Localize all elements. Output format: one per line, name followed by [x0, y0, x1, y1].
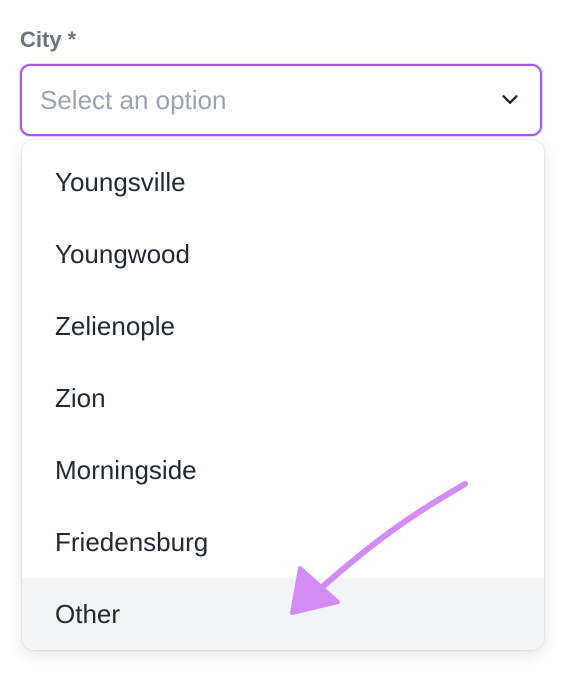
select-placeholder: Select an option [40, 85, 227, 115]
option-morningside[interactable]: Morningside [22, 434, 544, 506]
option-zelienople[interactable]: Zelienople [22, 290, 544, 362]
city-select[interactable]: Select an option [20, 64, 542, 136]
option-friedensburg[interactable]: Friedensburg [22, 506, 544, 578]
required-mark: * [67, 27, 77, 52]
option-youngsville[interactable]: Youngsville [22, 146, 544, 218]
option-zion[interactable]: Zion [22, 362, 544, 434]
chevron-down-icon[interactable] [498, 88, 522, 112]
city-dropdown-menu: Youngsville Youngwood Zelienople Zion Mo… [22, 140, 544, 650]
option-youngwood[interactable]: Youngwood [22, 218, 544, 290]
field-label-text: City [20, 27, 62, 52]
option-other[interactable]: Other [22, 578, 544, 650]
city-field-label: City * [20, 24, 76, 56]
